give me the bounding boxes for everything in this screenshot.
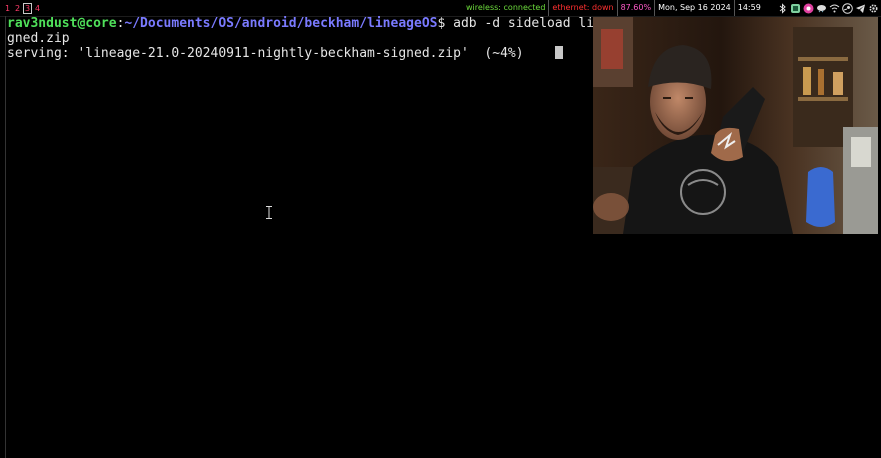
workspace-2[interactable]: 2	[13, 3, 22, 14]
webcam-feed-image	[593, 17, 878, 234]
command-text: adb -d sideload line	[445, 16, 610, 31]
weather-icon[interactable]	[816, 3, 827, 14]
wireless-status: wireless: connected	[463, 0, 550, 16]
date-status: Mon, Sep 16 2024	[655, 0, 735, 16]
ethernet-status: ethernet: down	[549, 0, 618, 16]
telegram-icon[interactable]	[855, 3, 866, 14]
workspace-1[interactable]: 1	[3, 3, 12, 14]
ibeam-cursor-icon	[266, 204, 272, 219]
settings-icon[interactable]	[868, 3, 879, 14]
top-status-bar: 1 2 3 4 wireless: connected ethernet: do…	[0, 0, 881, 17]
workspace-4[interactable]: 4	[33, 3, 42, 14]
prompt-path: ~/Documents/OS/android/beckham/lineageOS	[124, 16, 438, 31]
serving-line: serving: 'lineage-21.0-20240911-nightly-…	[7, 46, 524, 61]
clock: 14:59	[737, 3, 761, 12]
bluetooth-icon[interactable]	[777, 2, 788, 14]
app-icon[interactable]	[790, 3, 801, 14]
wrapped-line: gned.zip	[7, 31, 70, 46]
status-segments: wireless: connected ethernet: down 87.60…	[463, 0, 764, 16]
workspace-switcher: 1 2 3 4	[3, 0, 43, 16]
steam-icon[interactable]	[842, 2, 853, 14]
system-tray	[777, 1, 879, 15]
webcam-overlay[interactable]	[593, 17, 878, 234]
workspace-3[interactable]: 3	[23, 2, 32, 14]
text-cursor	[554, 46, 563, 59]
prompt-user: rav3ndust@core	[7, 16, 117, 31]
network-icon[interactable]	[829, 3, 840, 14]
battery-status: 87.60%	[618, 0, 656, 16]
app-icon[interactable]	[803, 3, 814, 14]
terminal-output: rav3ndust@core:~/Documents/OS/android/be…	[7, 16, 610, 61]
